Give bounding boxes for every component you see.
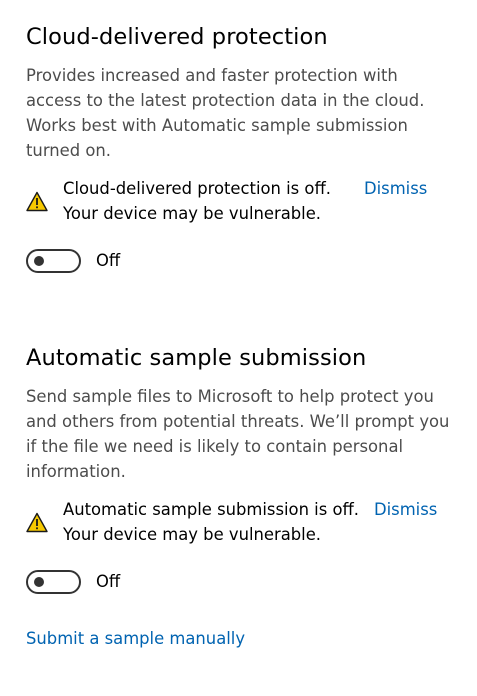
submit-sample-manually-link[interactable]: Submit a sample manually [26, 626, 245, 651]
cloud-protection-description: Provides increased and faster protection… [26, 66, 425, 160]
sample-submission-warning: Automatic sample submission is off. Your… [26, 497, 466, 549]
sample-submission-toggle-row: Off [26, 569, 466, 595]
cloud-protection-warning: Cloud-delivered protection is off. Your … [26, 176, 466, 228]
toggle-knob [34, 577, 44, 587]
sample-submission-description: Send sample files to Microsoft to help p… [26, 387, 450, 481]
sample-submission-toggle-state: Off [96, 572, 121, 591]
cloud-protection-toggle-state: Off [96, 251, 121, 270]
sample-submission-toggle[interactable] [26, 570, 81, 594]
warning-line-1: Automatic sample submission is off. [63, 500, 360, 519]
cloud-protection-section: Cloud-delivered protection Provides incr… [26, 22, 466, 274]
warning-line-2: Your device may be vulnerable. [63, 204, 322, 223]
cloud-protection-title: Cloud-delivered protection [26, 24, 328, 50]
warning-triangle-icon [26, 191, 48, 212]
warning-triangle-icon [26, 512, 48, 533]
toggle-knob [34, 256, 44, 266]
sample-submission-title: Automatic sample submission [26, 345, 367, 371]
cloud-protection-dismiss-link[interactable]: Dismiss [364, 176, 427, 201]
cloud-protection-toggle[interactable] [26, 249, 81, 273]
sample-submission-warning-text: Automatic sample submission is off. Your… [63, 497, 359, 547]
sample-submission-dismiss-link[interactable]: Dismiss [374, 497, 437, 522]
cloud-protection-toggle-row: Off [26, 248, 466, 274]
sample-submission-section: Automatic sample submission Send sample … [26, 343, 466, 595]
warning-line-1: Cloud-delivered protection is off. [63, 179, 331, 198]
cloud-protection-warning-text: Cloud-delivered protection is off. Your … [63, 176, 331, 226]
warning-line-2: Your device may be vulnerable. [63, 525, 322, 544]
